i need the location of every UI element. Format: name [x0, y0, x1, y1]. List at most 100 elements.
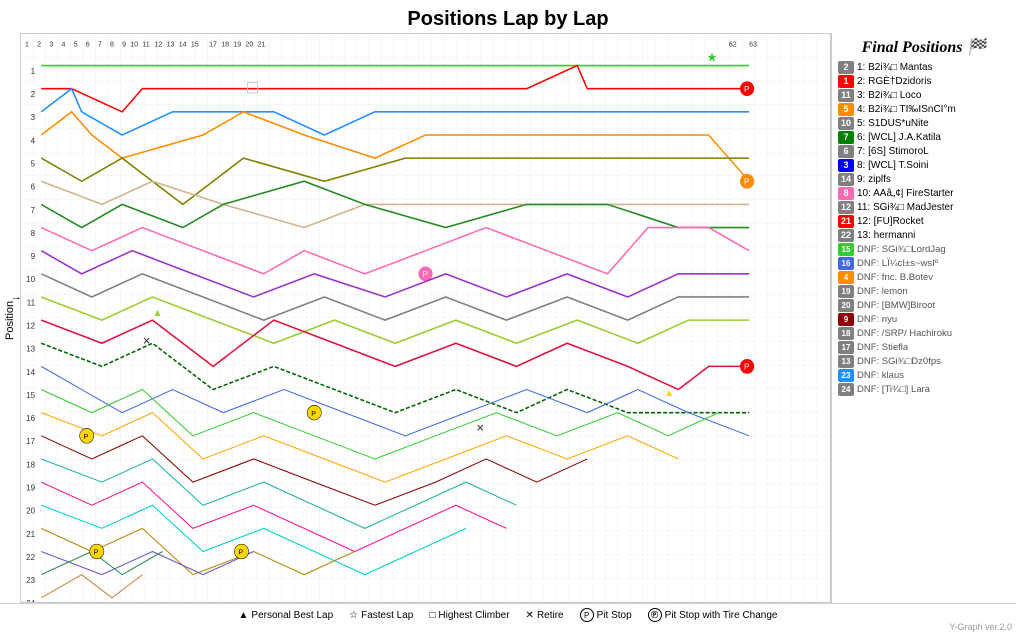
svg-text:8: 8 [31, 229, 36, 238]
svg-text:P: P [744, 362, 750, 371]
legend-item: 2213: hermanni [838, 229, 1010, 242]
legend-pit-tire: Ⓟ Pit Stop with Tire Change [648, 608, 778, 622]
svg-text:7: 7 [31, 206, 36, 215]
legend-item: 54: B2i¾□ TI‰ISnCI°m [838, 103, 1010, 116]
pit-stop-circle: P [580, 608, 594, 622]
personal-best-label: Personal Best Lap [251, 610, 333, 621]
svg-text:P: P [744, 85, 750, 94]
svg-text:10: 10 [130, 39, 138, 48]
svg-text:3: 3 [49, 39, 53, 48]
legend-item: 113: B2i¾□ Loco [838, 89, 1010, 102]
svg-text:10: 10 [26, 275, 35, 284]
dnf-legend-item: 24DNF: [Ti¾□] Lara [838, 383, 1010, 396]
svg-text:22: 22 [26, 553, 35, 562]
svg-text:63: 63 [749, 39, 757, 48]
svg-text:14: 14 [26, 368, 35, 377]
svg-text:19: 19 [26, 483, 35, 492]
svg-text:9: 9 [122, 39, 126, 48]
watermark: Y-Graph ver.2.0 [949, 622, 1012, 632]
fastest-lap-label: Fastest Lap [361, 610, 413, 621]
dnf-legend-item: 23DNF: klaus [838, 369, 1010, 382]
dnf-legend-item: 13DNF: SGi¾□Dz0fps [838, 355, 1010, 368]
svg-text:13: 13 [167, 39, 175, 48]
svg-text:21: 21 [258, 39, 266, 48]
svg-text:15: 15 [26, 391, 35, 400]
svg-text:P: P [94, 548, 99, 557]
legend-item: 67: [6S] StimoroL [838, 145, 1010, 158]
legend-item: 76: [WCL] J.A.Katila [838, 131, 1010, 144]
svg-text:P: P [238, 548, 243, 557]
legend-item: 38: [WCL] T.Soini [838, 159, 1010, 172]
dnf-legend-item: 15DNF: SGi¾□LordJag [838, 243, 1010, 256]
svg-text:P: P [311, 409, 316, 418]
svg-text:11: 11 [27, 298, 36, 307]
legend-item: 810: AAâ„¢| FireStarter [838, 187, 1010, 200]
highest-climber-label: Highest Climber [438, 610, 509, 621]
square-icon: □ [429, 610, 435, 621]
dnf-legend-item: 16DNF: LÏ¼cI±s~wsIº [838, 257, 1010, 270]
svg-text:21: 21 [26, 530, 35, 539]
y-axis-label: Position ↓ [0, 33, 20, 603]
svg-text:18: 18 [26, 460, 35, 469]
svg-text:P: P [84, 432, 89, 441]
svg-text:6: 6 [86, 39, 90, 48]
svg-text:15: 15 [191, 39, 199, 48]
svg-text:24: 24 [26, 599, 35, 602]
pit-tire-label: Pit Stop with Tire Change [665, 610, 778, 621]
legend-fastest-lap: ☆ Fastest Lap [349, 610, 413, 621]
legend-personal-best: ▲ Personal Best Lap [239, 610, 334, 621]
legend-item: 1211: SGi¾□ MadJester [838, 201, 1010, 214]
svg-text:18: 18 [221, 39, 229, 48]
svg-text:▲: ▲ [152, 308, 162, 319]
legend-panel: Final Positions 🏁 21: B2i¾□ Mantas12: RG… [831, 33, 1016, 603]
svg-text:12: 12 [154, 39, 162, 48]
svg-text:P: P [422, 270, 428, 279]
svg-text:12: 12 [26, 321, 35, 330]
svg-text:62: 62 [729, 39, 737, 48]
svg-text:5: 5 [74, 39, 78, 48]
svg-text:11: 11 [142, 39, 149, 48]
dnf-legend-item: 19DNF: lemon [838, 285, 1010, 298]
dnf-legend-item: 18DNF: /SRP/ Hachiroku [838, 327, 1010, 340]
pit-stop-label: Pit Stop [597, 610, 632, 621]
svg-text:7: 7 [98, 39, 102, 48]
svg-text:13: 13 [26, 345, 35, 354]
svg-text:✕: ✕ [476, 423, 484, 434]
svg-text:2: 2 [31, 90, 36, 99]
svg-text:6: 6 [31, 183, 36, 192]
legend-item: 21: B2i¾□ Mantas [838, 61, 1010, 74]
legend-item: 149: ziplfs [838, 173, 1010, 186]
svg-text:17: 17 [26, 437, 35, 446]
svg-text:23: 23 [26, 576, 35, 585]
svg-text:14: 14 [179, 39, 187, 48]
svg-text:1: 1 [31, 67, 36, 76]
bottom-legend: ▲ Personal Best Lap ☆ Fastest Lap □ High… [0, 603, 1016, 626]
retire-icon: ✕ [526, 610, 534, 621]
retire-label: Retire [537, 610, 564, 621]
star-icon: ☆ [349, 610, 358, 621]
svg-text:✕: ✕ [142, 336, 150, 347]
dnf-legend-item: 17DNF: Stiefla [838, 341, 1010, 354]
dnf-legend-item: 9DNF: nyu [838, 313, 1010, 326]
svg-text:20: 20 [26, 507, 35, 516]
svg-text:2: 2 [37, 39, 41, 48]
svg-text:P: P [744, 177, 750, 186]
legend-item: 105: S1DUS*uNite [838, 117, 1010, 130]
svg-text:19: 19 [233, 39, 241, 48]
main-title: Positions Lap by Lap [0, 0, 1016, 33]
svg-text:5: 5 [31, 159, 36, 168]
svg-text:★: ★ [707, 50, 718, 64]
svg-text:9: 9 [31, 252, 36, 261]
pit-tire-circle: Ⓟ [648, 608, 662, 622]
chart-graph: 123 456 789 101112 131415 171819 2021 62… [20, 33, 831, 603]
svg-text:1: 1 [25, 39, 29, 48]
svg-text:8: 8 [110, 39, 114, 48]
legend-title: Final Positions 🏁 [838, 37, 1010, 57]
triangle-icon: ▲ [239, 610, 249, 621]
svg-text:17: 17 [209, 39, 217, 48]
dnf-legend-item: 20DNF: [BMW]Biroot [838, 299, 1010, 312]
dnf-legend-item: 4DNF: fnc. B.Botev [838, 271, 1010, 284]
legend-retire: ✕ Retire [526, 610, 564, 621]
legend-item: 2112: [FU]Rocket [838, 215, 1010, 228]
svg-text:20: 20 [245, 39, 253, 48]
